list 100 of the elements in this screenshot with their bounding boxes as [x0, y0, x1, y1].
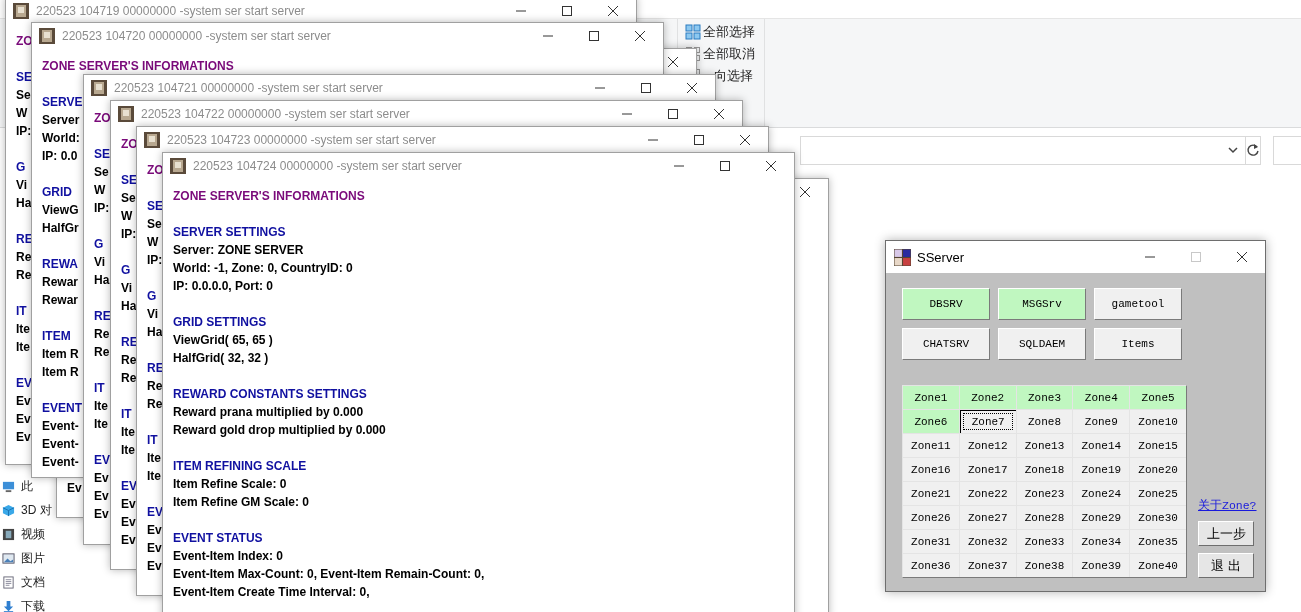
search-field[interactable]: [1273, 135, 1301, 165]
info-line: World: -1, Zone: 0, CountryID: 0: [173, 260, 353, 277]
section-heading: SERVE: [42, 94, 83, 111]
server-button[interactable]: gametool: [1094, 288, 1182, 320]
close-icon: [766, 161, 776, 171]
zone-button[interactable]: Zone28: [1016, 506, 1073, 529]
zone-button[interactable]: Zone27: [959, 506, 1016, 529]
refresh-button[interactable]: [1246, 135, 1261, 165]
app-icon: [144, 132, 160, 148]
section-heading: RE: [147, 360, 164, 377]
info-line: ViewG: [42, 202, 79, 219]
info-line: W: [16, 105, 28, 122]
zone-button[interactable]: Zone29: [1073, 506, 1130, 529]
zone-button[interactable]: Zone16: [903, 458, 959, 481]
zone-button[interactable]: Zone25: [1130, 482, 1186, 505]
zone-button[interactable]: Zone26: [903, 506, 959, 529]
zone-button[interactable]: Zone24: [1073, 482, 1130, 505]
nav-item[interactable]: 此: [21, 478, 33, 494]
zone-button[interactable]: Zone31: [903, 530, 959, 553]
info-line: Ev: [147, 522, 162, 539]
zone-button[interactable]: Zone40: [1130, 554, 1186, 577]
action-button[interactable]: 退 出: [1198, 553, 1254, 578]
zone-button[interactable]: Zone34: [1073, 530, 1130, 553]
info-line: HalfGr: [42, 220, 79, 237]
info-line: Ev: [94, 470, 109, 487]
help-link[interactable]: 关于Zone?: [1198, 498, 1257, 513]
nav-item[interactable]: 下载: [21, 598, 45, 612]
zone-button[interactable]: Zone30: [1130, 506, 1186, 529]
nav-item[interactable]: 图片: [21, 550, 45, 566]
zone-button[interactable]: Zone11: [903, 434, 959, 457]
nav-item[interactable]: 视频: [21, 526, 45, 542]
server-button[interactable]: CHATSRV: [902, 328, 990, 360]
zone-button[interactable]: Zone5: [1130, 386, 1186, 409]
section-heading: SE: [147, 198, 163, 215]
info-line: Item Refine GM Scale: 0: [173, 494, 310, 511]
zone-button[interactable]: Zone20: [1130, 458, 1186, 481]
zone-button[interactable]: Zone38: [1016, 554, 1073, 577]
zone-button[interactable]: Zone19: [1073, 458, 1130, 481]
zone-button[interactable]: Zone9: [1073, 410, 1130, 433]
zone-button[interactable]: Zone3: [1016, 386, 1073, 409]
info-line: Re: [16, 249, 32, 266]
zone-button[interactable]: Zone8: [1016, 410, 1073, 433]
info-line: W: [147, 234, 159, 251]
zone-button[interactable]: Zone21: [903, 482, 959, 505]
info-line: IP:: [121, 226, 137, 243]
info-line: Re: [94, 326, 110, 343]
zone-button[interactable]: Zone12: [959, 434, 1016, 457]
zone-button[interactable]: Zone14: [1073, 434, 1130, 457]
nav-item[interactable]: 文档: [21, 574, 45, 590]
zone-button[interactable]: Zone17: [959, 458, 1016, 481]
zone-button[interactable]: Zone33: [1016, 530, 1073, 553]
info-line: Se: [16, 87, 31, 104]
zone-button[interactable]: Zone15: [1130, 434, 1186, 457]
film-icon: [2, 527, 15, 541]
action-button[interactable]: 上一步: [1198, 521, 1254, 546]
info-line: Item R: [42, 364, 79, 381]
info-line: Ite: [147, 468, 161, 485]
zone-button[interactable]: Zone6: [903, 410, 959, 433]
zone-button[interactable]: Zone13: [1016, 434, 1073, 457]
nav-item[interactable]: 3D 对: [21, 502, 52, 518]
info-line: Ha: [94, 272, 110, 289]
zone-button[interactable]: Zone23: [1016, 482, 1073, 505]
zone-button[interactable]: Zone36: [903, 554, 959, 577]
zone-button[interactable]: Zone32: [959, 530, 1016, 553]
zone-button[interactable]: Zone35: [1130, 530, 1186, 553]
server-button[interactable]: MSGSrv: [998, 288, 1086, 320]
zone-button[interactable]: Zone10: [1130, 410, 1186, 433]
section-heading: SE: [16, 69, 32, 86]
server-button[interactable]: SQLDAEM: [998, 328, 1086, 360]
download-icon: [2, 599, 15, 612]
zone-button[interactable]: Zone2: [959, 386, 1016, 409]
zone-button[interactable]: Zone37: [959, 554, 1016, 577]
zone-button[interactable]: Zone39: [1073, 554, 1130, 577]
info-line: Ev: [121, 532, 136, 549]
server-button[interactable]: Items: [1094, 328, 1182, 360]
info-line: Re: [16, 267, 32, 284]
zone-button[interactable]: Zone22: [959, 482, 1016, 505]
server-button[interactable]: DBSRV: [902, 288, 990, 320]
maximize-icon: [694, 135, 704, 145]
section-heading: REWA: [42, 256, 78, 273]
section-heading: ITEM REFINING SCALE: [173, 458, 307, 475]
zone-button[interactable]: Zone18: [1016, 458, 1073, 481]
info-line: Ev: [16, 429, 31, 446]
close-icon: [635, 31, 645, 41]
close-icon: [714, 109, 724, 119]
ribbon-command[interactable]: 全部取消: [703, 45, 755, 63]
info-line: Se: [121, 190, 136, 207]
zone-button[interactable]: Zone7: [959, 410, 1016, 433]
app-icon: [170, 158, 186, 174]
zone-button[interactable]: Zone1: [903, 386, 959, 409]
app-icon: [894, 248, 911, 266]
info-line: Reward gold drop multiplied by 0.000: [173, 422, 386, 439]
info-line: Item R: [42, 346, 79, 363]
address-field[interactable]: [800, 135, 1246, 165]
app-icon: [13, 3, 29, 19]
close-icon: [687, 83, 697, 93]
zone-button[interactable]: Zone4: [1073, 386, 1130, 409]
ribbon-command[interactable]: 全部选择: [703, 23, 755, 41]
info-line: IP:: [94, 200, 110, 217]
section-heading: ITEM: [42, 328, 71, 345]
